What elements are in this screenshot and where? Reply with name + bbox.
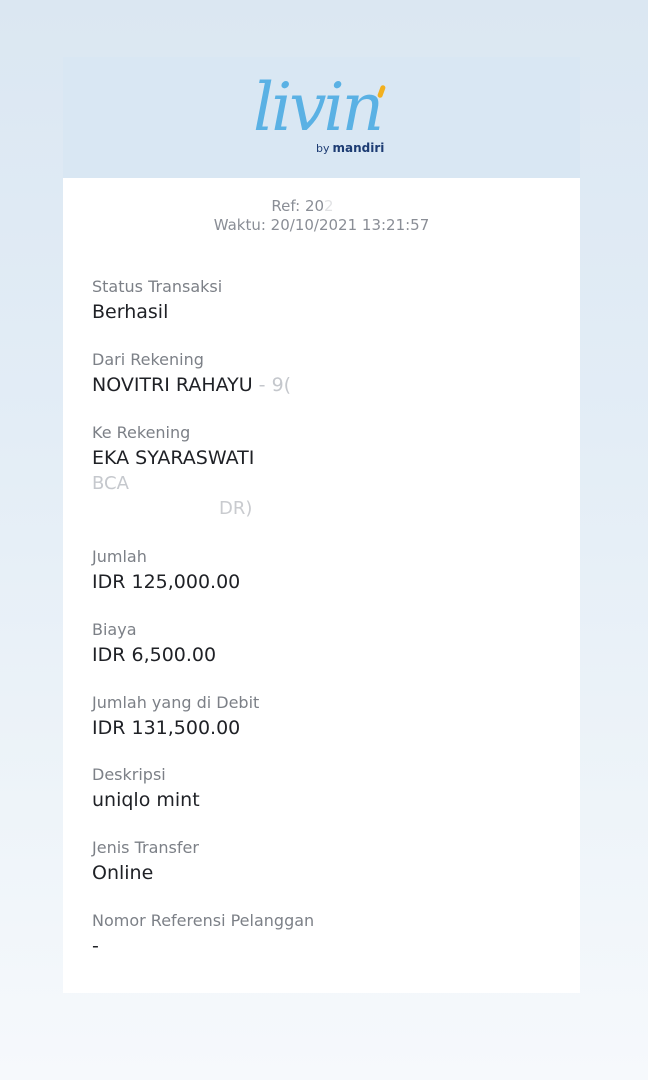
from-account-value: NOVITRI RAHAYU - 9(	[92, 372, 552, 398]
field-fee: Biaya IDR 6,500.00	[92, 620, 552, 668]
fee-label: Biaya	[92, 620, 137, 639]
field-customer-reference: Nomor Referensi Pelanggan -	[92, 911, 552, 959]
transfer-type-value: Online	[92, 862, 154, 884]
field-transfer-type: Jenis Transfer Online	[92, 838, 552, 886]
field-from-account: Dari Rekening NOVITRI RAHAYU - 9(	[92, 350, 552, 398]
receipt-card: livin by mandiri Ref: 202 Waktu: 20/10/20…	[63, 57, 580, 993]
field-description: Deskripsi uniqlo mint	[92, 765, 552, 813]
amount-label: Jumlah	[92, 547, 147, 566]
from-account-name: NOVITRI RAHAYU	[92, 374, 253, 396]
to-account-extra-text: DR)	[219, 498, 253, 519]
to-account-bank: BCA	[92, 473, 129, 494]
status-label: Status Transaksi	[92, 277, 223, 296]
description-value: uniqlo mint	[92, 789, 200, 811]
customer-reference-value: -	[92, 935, 99, 957]
logo-wordmark: livin	[253, 69, 384, 146]
fee-value: IDR 6,500.00	[92, 644, 217, 666]
status-value: Berhasil	[92, 301, 169, 323]
transfer-type-label: Jenis Transfer	[92, 838, 199, 857]
from-account-number: - 9(	[252, 374, 292, 396]
from-account-label: Dari Rekening	[92, 350, 204, 369]
reference-prefix: Ref: 20	[271, 197, 325, 215]
customer-reference-label: Nomor Referensi Pelanggan	[92, 911, 315, 930]
field-status: Status Transaksi Berhasil	[92, 277, 552, 325]
reference-number: Ref: 202	[63, 197, 580, 216]
field-amount: Jumlah IDR 125,000.00	[92, 547, 552, 595]
to-account-name: EKA SYARASWATI	[92, 447, 255, 469]
receipt-header: livin by mandiri	[63, 57, 580, 178]
reference-faded: 2	[324, 197, 334, 215]
debited-value: IDR 131,500.00	[92, 717, 241, 739]
to-account-extra: DR)	[92, 496, 552, 521]
logo-byline: by mandiri	[316, 141, 384, 155]
livin-logo: livin by mandiri	[253, 75, 393, 160]
debited-label: Jumlah yang di Debit	[92, 693, 260, 712]
field-debited: Jumlah yang di Debit IDR 131,500.00	[92, 693, 552, 741]
logo-by-text: by	[316, 142, 330, 155]
transaction-meta: Ref: 202 Waktu: 20/10/2021 13:21:57	[63, 197, 580, 235]
to-account-label: Ke Rekening	[92, 423, 191, 442]
logo-brand-text: mandiri	[332, 141, 385, 155]
amount-value: IDR 125,000.00	[92, 571, 241, 593]
description-label: Deskripsi	[92, 765, 166, 784]
transaction-time: Waktu: 20/10/2021 13:21:57	[213, 216, 430, 234]
field-to-account: Ke Rekening EKA SYARASWATI BCA DR)	[92, 423, 552, 521]
